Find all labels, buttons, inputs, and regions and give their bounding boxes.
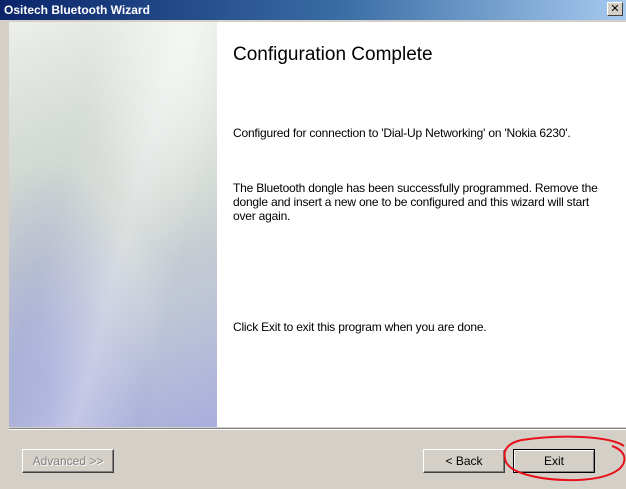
connection-info-text: Configured for connection to 'Dial-Up Ne… bbox=[233, 126, 571, 140]
wizard-side-graphic bbox=[9, 22, 217, 427]
success-message-text: The Bluetooth dongle has been successful… bbox=[233, 181, 598, 223]
close-button[interactable]: ✕ bbox=[607, 2, 623, 16]
title-bar[interactable]: Ositech Bluetooth Wizard ✕ bbox=[0, 0, 626, 20]
red-circle-annotation bbox=[503, 435, 626, 482]
wizard-window: Ositech Bluetooth Wizard ✕ Configuration… bbox=[0, 0, 626, 489]
wizard-content: Configuration Complete Configured for co… bbox=[9, 22, 626, 427]
wizard-main-panel: Configuration Complete Configured for co… bbox=[217, 22, 626, 427]
window-title: Ositech Bluetooth Wizard bbox=[4, 3, 150, 17]
page-title: Configuration Complete bbox=[233, 44, 433, 65]
close-icon: ✕ bbox=[610, 2, 620, 15]
advanced-button[interactable]: Advanced >> bbox=[22, 449, 114, 473]
exit-instruction-text: Click Exit to exit this program when you… bbox=[233, 320, 487, 334]
back-button[interactable]: < Back bbox=[423, 449, 505, 473]
